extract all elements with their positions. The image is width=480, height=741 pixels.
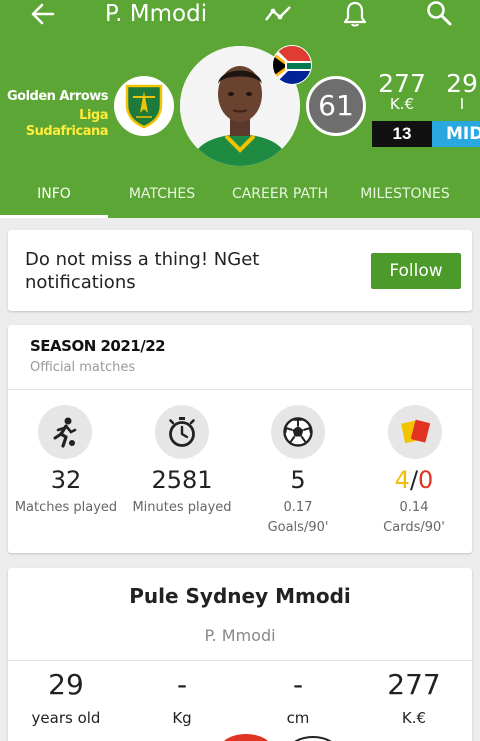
info-icon (288, 736, 338, 741)
player-rating-badge: 61 (306, 76, 366, 136)
market-value-unit: K.€ (389, 95, 415, 113)
divider (8, 389, 472, 390)
tab-milestones[interactable]: MILESTONES (352, 178, 458, 218)
market-value: 277 (378, 69, 426, 98)
player-full-name: Pule Sydney Mmodi (129, 584, 351, 608)
tab-matches[interactable]: MATCHES (108, 178, 216, 218)
page-title: P. Mmodi (104, 1, 208, 27)
top-bar: P. Mmodi (0, 0, 480, 30)
cards-value: 4/0 (356, 465, 472, 495)
matches-played-value: 32 (50, 466, 82, 494)
notification-text: Do not miss a thing! NGet notifications (25, 249, 260, 293)
matches-played-label: Matches played (14, 500, 118, 515)
goals-value: 5 (290, 466, 306, 494)
height-label: cm (286, 709, 310, 727)
height-value: - (292, 668, 304, 701)
minutes-played-value: 2581 (151, 466, 213, 494)
season-stats-card: SEASON 2021/22 Official matches 32 Match… (8, 325, 472, 553)
back-arrow-icon[interactable] (25, 0, 59, 28)
profile-value-label: K.€ (401, 709, 427, 727)
shirt-number-badge: 13 (372, 121, 432, 147)
tab-bar: INFO MATCHES CAREER PATH MILESTONES (0, 178, 480, 218)
follow-button[interactable]: Follow (371, 253, 461, 289)
weight-label: Kg (172, 709, 192, 727)
weight-value: - (176, 668, 188, 701)
yellow-cards-value: 4 (394, 466, 410, 494)
search-icon[interactable] (422, 0, 456, 28)
league-name[interactable]: Liga Sudafricana (0, 108, 109, 140)
goals-per-90-label: Goals/90' (267, 520, 329, 535)
notification-card: Do not miss a thing! NGet notifications … (8, 230, 472, 311)
age-value: 29 (48, 668, 84, 701)
club-name[interactable]: Golden Arrows (0, 89, 109, 105)
season-title: SEASON 2021/22 (30, 337, 166, 355)
active-tab-indicator (0, 215, 108, 218)
cards-per-90-label: Cards/90' (383, 520, 445, 535)
season-subtitle: Official matches (30, 360, 136, 375)
player-profile-card: Pule Sydney Mmodi P. Mmodi 29 years old … (8, 568, 472, 741)
south-africa-flag-icon (272, 45, 312, 85)
cards-per-90-value: 0.14 (399, 500, 429, 515)
player-running-icon (38, 405, 92, 459)
age-label: years old (31, 709, 101, 727)
foot-icon (220, 734, 272, 741)
bell-icon[interactable] (338, 0, 372, 28)
goals-per-90-value: 0.17 (283, 500, 313, 515)
club-crest-icon[interactable] (114, 76, 174, 136)
position-badge: MID (432, 121, 480, 147)
player-age: 29 (446, 69, 478, 98)
cards-separator: / (409, 466, 419, 494)
stopwatch-icon (155, 405, 209, 459)
player-short-name: P. Mmodi (204, 626, 276, 645)
cards-icon (388, 405, 442, 459)
stats-line-icon[interactable] (261, 0, 295, 28)
divider (8, 660, 472, 661)
tab-info[interactable]: INFO (0, 178, 108, 218)
minutes-played-label: Minutes played (132, 500, 232, 515)
player-header: P. Mmodi Golden Arrows Liga Sudafricana (0, 0, 480, 218)
player-age-unit: I (459, 95, 465, 113)
tab-career-path[interactable]: CAREER PATH (222, 178, 338, 218)
soccer-ball-icon (271, 405, 325, 459)
red-cards-value: 0 (418, 466, 434, 494)
profile-value: 277 (387, 668, 441, 701)
